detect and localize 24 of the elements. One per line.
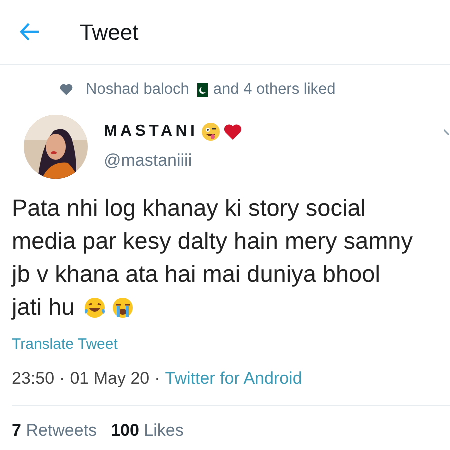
stat-link[interactable]: 100 Likes bbox=[111, 418, 184, 444]
source-link[interactable]: Twitter for Android bbox=[165, 366, 302, 392]
tweet-text-line: media par kesy dalty hain mery samny bbox=[12, 227, 413, 256]
liker-name[interactable]: Noshad baloch bbox=[86, 78, 190, 102]
heart-icon bbox=[60, 84, 73, 96]
tweet-text-line: Pata nhi log khanay ki story social bbox=[12, 194, 366, 224]
stat-link[interactable]: 7 Retweets bbox=[12, 418, 98, 444]
separator-dot: · bbox=[60, 368, 66, 390]
tweet-text-line: jb v khana ata hai mai duniya bhool bbox=[12, 260, 380, 290]
back-arrow-icon[interactable] bbox=[20, 23, 40, 41]
display-name[interactable]: MASTANI bbox=[104, 120, 198, 144]
date: 01 May 20 bbox=[70, 368, 150, 390]
laughing-face-icon bbox=[82, 296, 107, 320]
winking-face-icon bbox=[201, 122, 222, 142]
tweet-text-line: jati hu bbox=[12, 293, 75, 322]
translate-link[interactable]: Translate Tweet bbox=[12, 336, 118, 354]
crying-face-icon bbox=[110, 296, 135, 320]
separator-dot: · bbox=[154, 368, 160, 390]
flag-icon bbox=[194, 82, 208, 97]
liked-text: and 4 others liked bbox=[213, 80, 336, 100]
timestamp: 23:50 bbox=[12, 368, 55, 390]
page-title: Tweet bbox=[80, 18, 139, 46]
heart-icon bbox=[224, 124, 242, 141]
user-handle[interactable]: @mastaniiii bbox=[104, 148, 242, 174]
